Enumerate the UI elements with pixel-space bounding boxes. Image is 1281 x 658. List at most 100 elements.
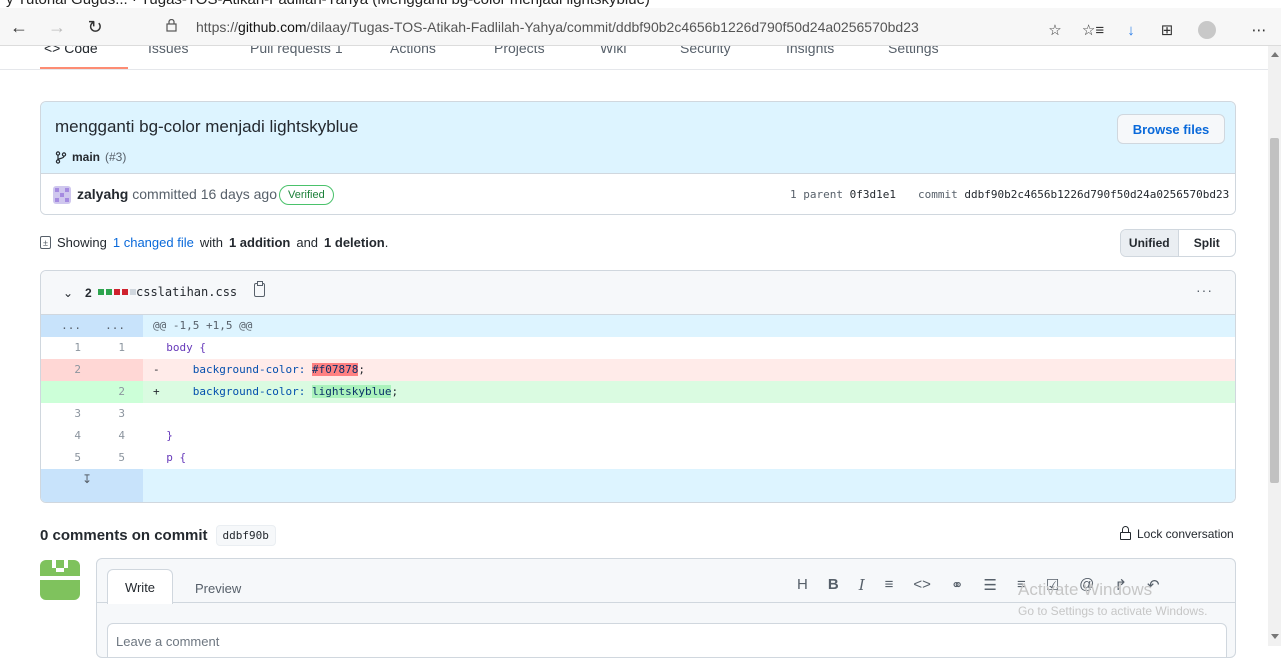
favorite-icon[interactable]: ☆ <box>1044 20 1066 40</box>
hunk-header: @@ -1,5 +1,5 @@ <box>153 319 253 332</box>
diff-file-header: ⌄ 2 csslatihan.css ··· <box>41 271 1235 315</box>
diff-code <box>153 407 166 420</box>
comments-heading: 0 comments on commit ddbf90b <box>40 525 276 546</box>
italic-icon[interactable]: I <box>859 576 865 594</box>
tab-insights[interactable]: Insights <box>786 46 834 56</box>
branch-name[interactable]: main <box>72 150 100 164</box>
repo-tabs: <> Code Issues Pull requests 1 Actions P… <box>0 46 1268 70</box>
unified-button[interactable]: Unified <box>1121 230 1179 256</box>
bulleted-list-icon[interactable]: ☰ <box>984 576 997 594</box>
parent-sha-link[interactable]: 0f3d1e1 <box>850 188 896 201</box>
diff-code: + background-color: lightskyblue; <box>153 385 399 398</box>
old-line-number[interactable]: 3 <box>41 407 81 420</box>
diffstat-block <box>106 289 112 295</box>
author-name[interactable]: zalyahg <box>77 186 128 202</box>
diff-line-context: 33 <box>41 403 1235 425</box>
diffstat-bar <box>98 289 136 295</box>
tab-actions[interactable]: Actions <box>390 46 436 56</box>
author-avatar[interactable] <box>53 186 71 204</box>
refresh-icon[interactable]: ↻ <box>82 14 108 40</box>
new-line-number[interactable]: 5 <box>85 451 125 464</box>
code-icon[interactable]: <> <box>913 576 931 594</box>
diff-filename[interactable]: csslatihan.css <box>136 285 237 299</box>
diff-line-context: 11 body { <box>41 337 1235 359</box>
scroll-down-icon[interactable] <box>1271 634 1279 639</box>
old-line-number[interactable]: 4 <box>41 429 81 442</box>
file-diff-icon: ± <box>40 236 51 249</box>
expand-up-icon[interactable]: ... <box>41 319 81 332</box>
diff-view-toggle: Unified Split <box>1120 229 1236 257</box>
diffstat-block <box>98 289 104 295</box>
copy-path-icon[interactable] <box>254 281 265 297</box>
preview-tab[interactable]: Preview <box>195 581 241 596</box>
expand-down-icon[interactable]: ↧ <box>82 472 92 486</box>
new-line-number[interactable]: 3 <box>85 407 125 420</box>
tab-settings[interactable]: Settings <box>888 46 939 56</box>
diff-code: - background-color: #f07878; <box>153 363 365 376</box>
changed-files-link[interactable]: 1 changed file <box>113 235 194 250</box>
heading-icon[interactable]: H <box>797 576 808 594</box>
activate-windows-watermark: Activate Windows Go to Settings to activ… <box>1018 580 1208 618</box>
window-title-strip: y Tutorial Gugus... · Tugas-TOS-Atikah-F… <box>0 0 1281 8</box>
favorites-list-icon[interactable]: ☆≡ <box>1082 20 1104 40</box>
diffstat-block <box>114 289 120 295</box>
page-scrollbar[interactable] <box>1268 46 1281 646</box>
commit-meta: zalyahg committed 16 days ago Verified 1… <box>41 174 1235 214</box>
lock-conversation-button[interactable]: Lock conversation <box>1120 526 1234 541</box>
address-bar[interactable]: https://github.com/dilaay/Tugas-TOS-Atik… <box>150 13 1240 41</box>
expand-row: ↧ <box>41 469 1235 502</box>
tab-projects[interactable]: Projects <box>494 46 545 56</box>
back-icon[interactable]: ← <box>6 14 32 40</box>
comment-input[interactable]: Leave a comment <box>107 623 1227 657</box>
new-line-number[interactable]: 1 <box>85 341 125 354</box>
lock-icon <box>1120 526 1131 540</box>
file-actions-icon[interactable]: ··· <box>1196 282 1213 298</box>
downloads-icon[interactable]: ↓ <box>1120 20 1142 40</box>
user-avatar[interactable] <box>40 560 80 600</box>
write-tab[interactable]: Write <box>107 569 173 604</box>
tab-code[interactable]: <> Code <box>44 46 98 56</box>
scroll-thumb[interactable] <box>1270 138 1279 483</box>
tab-security[interactable]: Security <box>680 46 731 56</box>
old-line-number[interactable]: 5 <box>41 451 81 464</box>
commit-title: mengganti bg-color menjadi lightskyblue <box>55 117 359 136</box>
tab-pull-requests[interactable]: Pull requests 1 <box>250 46 343 56</box>
active-tab-underline <box>40 67 128 69</box>
profile-icon[interactable] <box>1196 20 1218 40</box>
chevron-down-icon[interactable]: ⌄ <box>63 286 73 300</box>
commit-header-top: mengganti bg-color menjadi lightskyblue … <box>41 102 1235 174</box>
forward-icon[interactable]: → <box>44 14 70 40</box>
commit-sha: commit ddbf90b2c4656b1226d790f50d24a0256… <box>918 188 1230 201</box>
diff-line-context: 55 p { <box>41 447 1235 469</box>
diff-file: ⌄ 2 csslatihan.css ··· ... ... @@ -1,5 +… <box>40 270 1236 503</box>
branch-icon <box>55 150 67 164</box>
link-icon[interactable]: ⚭ <box>951 576 964 594</box>
browser-toolbar: ← → ↻ https://github.com/dilaay/Tugas-TO… <box>0 8 1281 46</box>
commit-author-line: zalyahg committed 16 days ago <box>77 186 277 202</box>
window-title: y Tutorial Gugus... · Tugas-TOS-Atikah-F… <box>6 0 650 8</box>
bold-icon[interactable]: B <box>828 576 839 594</box>
quote-icon[interactable]: ≡ <box>885 576 894 594</box>
collections-icon[interactable]: ⊞ <box>1156 20 1178 40</box>
diff-code: p { <box>166 451 187 464</box>
diff-code: body { <box>166 341 206 354</box>
verified-badge[interactable]: Verified <box>279 185 334 205</box>
tab-wiki[interactable]: Wiki <box>600 46 626 56</box>
parent-commit: 1 parent 0f3d1e1 <box>790 188 896 201</box>
hunk-header-row: ... ... @@ -1,5 +1,5 @@ <box>41 315 1235 337</box>
pr-reference[interactable]: (#3) <box>105 150 126 164</box>
tab-issues[interactable]: Issues <box>148 46 188 56</box>
new-line-number[interactable]: 2 <box>85 385 125 398</box>
old-line-number[interactable]: 2 <box>41 363 81 376</box>
scroll-up-icon[interactable] <box>1271 52 1279 57</box>
diff-count: 2 <box>85 286 92 300</box>
new-line-number[interactable]: 4 <box>85 429 125 442</box>
diff-line-context: 44 } <box>41 425 1235 447</box>
lock-icon <box>166 19 177 32</box>
comment-commit-sha: ddbf90b <box>215 525 276 546</box>
split-button[interactable]: Split <box>1179 230 1236 256</box>
more-icon[interactable]: ⋯ <box>1248 20 1270 40</box>
url-text: https://github.com/dilaay/Tugas-TOS-Atik… <box>196 19 919 35</box>
browse-files-button[interactable]: Browse files <box>1117 114 1225 144</box>
old-line-number[interactable]: 1 <box>41 341 81 354</box>
